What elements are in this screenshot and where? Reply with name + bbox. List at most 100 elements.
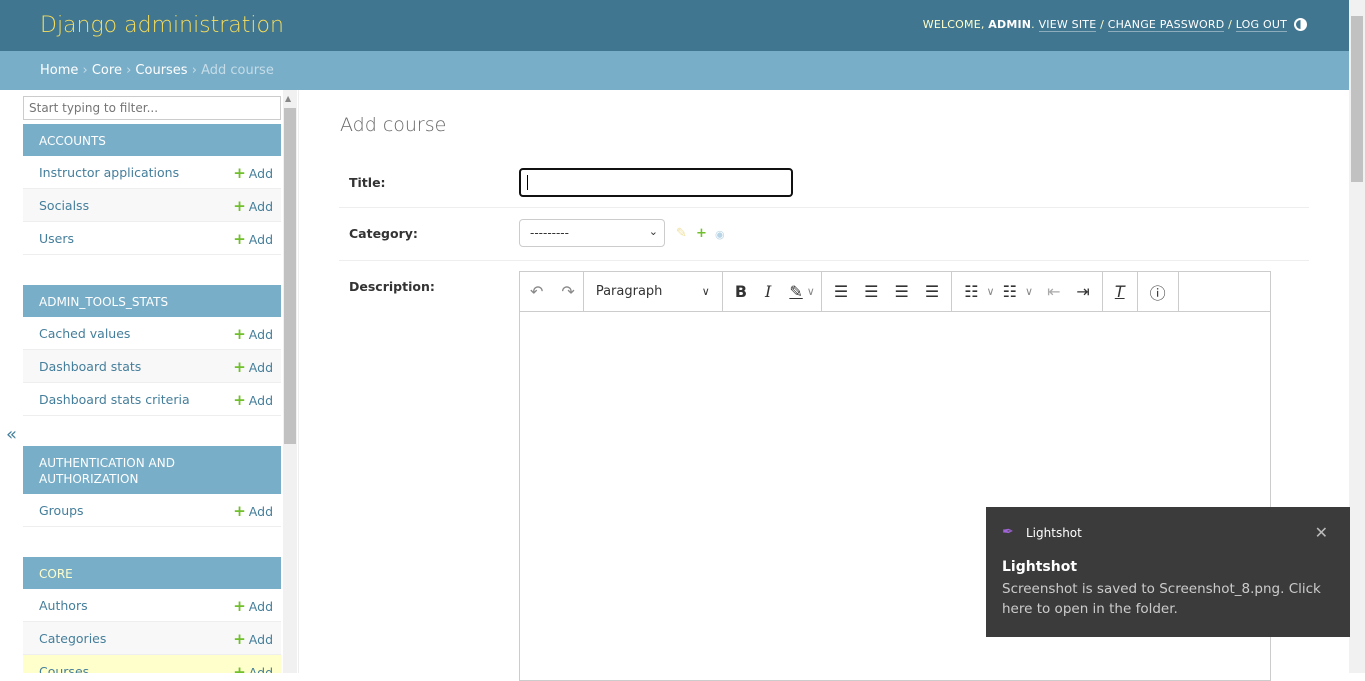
bullet-list-icon[interactable]: ☷: [952, 272, 980, 312]
plus-icon: +: [233, 391, 246, 409]
remove-format-icon[interactable]: T: [1103, 272, 1137, 312]
sidebar-item-label[interactable]: Dashboard stats criteria: [39, 392, 190, 407]
collapse-sidebar-button[interactable]: «: [6, 424, 17, 445]
divider: [339, 260, 1309, 261]
scroll-up-icon[interactable]: ▲: [285, 94, 291, 103]
sidebar-item[interactable]: Authors + Add: [23, 589, 281, 622]
align-left-icon[interactable]: ☰: [822, 272, 856, 312]
edit-pencil-icon[interactable]: ✎: [676, 226, 687, 241]
description-label: Description:: [349, 279, 435, 294]
sidebar-item[interactable]: Socialss + Add: [23, 189, 281, 222]
redo-icon[interactable]: ↷: [553, 272, 582, 312]
add-link[interactable]: + Add: [233, 164, 273, 182]
toast-app-name: Lightshot: [1026, 526, 1082, 540]
sidebar-item-label[interactable]: Groups: [39, 503, 84, 518]
chevron-down-icon: ⌄: [648, 225, 658, 238]
sidebar-item[interactable]: Groups + Add: [23, 494, 281, 527]
add-label: Add: [248, 393, 273, 408]
italic-icon[interactable]: I: [759, 272, 777, 312]
add-link[interactable]: + Add: [233, 597, 273, 615]
site-brand[interactable]: Django administration: [40, 13, 284, 38]
sidebar-item[interactable]: Categories + Add: [23, 622, 281, 655]
heading-dropdown[interactable]: Paragraph ∨: [584, 272, 722, 312]
toast-message[interactable]: Screenshot is saved to Screenshot_8.png.…: [1002, 579, 1332, 619]
chevron-down-icon[interactable]: ∨: [981, 272, 1001, 312]
add-link[interactable]: + Add: [233, 391, 273, 409]
sidebar-item[interactable]: Instructor applications + Add: [23, 156, 281, 189]
sidebar-group-header[interactable]: AUTHENTICATION AND AUTHORIZATION: [23, 446, 281, 494]
editor-toolbar: ↶ ↷ Paragraph ∨ B I ✎ ∨ ☰ ☰ ☰ ☰ ☷ ∨ ☷ ∨ ⇤…: [520, 272, 1270, 312]
category-value: ---------: [530, 226, 569, 240]
sidebar-group-header[interactable]: ACCOUNTS: [23, 124, 281, 156]
add-label: Add: [248, 166, 273, 181]
sidebar-item[interactable]: Dashboard stats + Add: [23, 350, 281, 383]
numbered-list-icon[interactable]: ☷: [1001, 272, 1019, 312]
page-title: Add course: [340, 114, 447, 136]
header: Django administration WELCOME, ADMIN. VI…: [0, 0, 1349, 51]
lightshot-notification[interactable]: ✒ Lightshot ✕ Lightshot Screenshot is sa…: [986, 507, 1350, 637]
welcome-text: WELCOME,: [922, 18, 989, 31]
view-site-link[interactable]: VIEW SITE: [1038, 18, 1097, 32]
add-label: Add: [248, 199, 273, 214]
divider: [1177, 272, 1179, 311]
add-plus-icon[interactable]: +: [696, 226, 707, 241]
align-right-icon[interactable]: ☰: [887, 272, 917, 312]
sidebar-item-label[interactable]: Users: [39, 231, 74, 246]
sidebar-item[interactable]: Dashboard stats criteria + Add: [23, 383, 281, 416]
username: ADMIN: [988, 18, 1032, 31]
page-scrollbar-thumb[interactable]: [1351, 16, 1363, 182]
sidebar-item-label[interactable]: Dashboard stats: [39, 359, 141, 374]
sidebar-item-label[interactable]: Authors: [39, 598, 88, 613]
sidebar-item-label[interactable]: Categories: [39, 631, 106, 646]
chevron-down-icon[interactable]: ∨: [807, 272, 821, 312]
sidebar-group-header[interactable]: CORE: [23, 557, 281, 589]
add-label: Add: [248, 665, 273, 673]
breadcrumb-current: Add course: [201, 63, 274, 78]
help-icon[interactable]: ⓘ: [1138, 272, 1178, 312]
close-icon[interactable]: ✕: [1315, 523, 1328, 542]
sidebar-filter-input[interactable]: [23, 96, 281, 120]
change-password-link[interactable]: CHANGE PASSWORD: [1107, 18, 1225, 32]
add-link[interactable]: + Add: [233, 630, 273, 648]
sidebar-item-label[interactable]: Instructor applications: [39, 165, 179, 180]
user-tools: WELCOME, ADMIN. VIEW SITE / CHANGE PASSW…: [922, 18, 1287, 32]
theme-toggle-icon[interactable]: [1294, 18, 1307, 31]
add-link[interactable]: + Add: [233, 197, 273, 215]
sidebar-item-label[interactable]: Courses: [39, 664, 89, 673]
indent-icon[interactable]: ⇥: [1068, 272, 1101, 312]
highlight-icon[interactable]: ✎: [777, 272, 806, 312]
align-justify-icon[interactable]: ☰: [917, 272, 951, 312]
category-label: Category:: [349, 226, 418, 241]
plus-icon: +: [233, 630, 246, 648]
add-link[interactable]: + Add: [233, 358, 273, 376]
add-link[interactable]: + Add: [233, 663, 273, 673]
plus-icon: +: [233, 230, 246, 248]
title-input[interactable]: [519, 168, 793, 197]
divider: [339, 207, 1309, 208]
sidebar-item[interactable]: Courses + Add: [23, 655, 281, 673]
sidebar-item[interactable]: Cached values + Add: [23, 317, 281, 350]
outdent-icon[interactable]: ⇤: [1039, 272, 1068, 312]
add-link[interactable]: + Add: [233, 325, 273, 343]
bold-icon[interactable]: B: [723, 272, 759, 312]
align-center-icon[interactable]: ☰: [856, 272, 886, 312]
chevron-down-icon[interactable]: ∨: [1019, 272, 1039, 312]
nav-sidebar: ACCOUNTSInstructor applications+AddSocia…: [0, 90, 299, 673]
breadcrumb-courses[interactable]: Courses: [135, 63, 187, 78]
sidebar-scrollbar-thumb[interactable]: [284, 108, 296, 444]
undo-icon[interactable]: ↶: [520, 272, 553, 312]
heading-value: Paragraph: [595, 284, 663, 299]
breadcrumb-core[interactable]: Core: [92, 63, 122, 78]
sidebar-item-label[interactable]: Socialss: [39, 198, 89, 213]
add-link[interactable]: + Add: [233, 230, 273, 248]
sidebar-item-label[interactable]: Cached values: [39, 326, 130, 341]
breadcrumb-home[interactable]: Home: [40, 63, 78, 78]
log-out-link[interactable]: LOG OUT: [1235, 18, 1287, 32]
add-link[interactable]: + Add: [233, 502, 273, 520]
plus-icon: +: [233, 325, 246, 343]
sidebar-item[interactable]: Users + Add: [23, 222, 281, 255]
plus-icon: +: [233, 663, 246, 673]
category-select[interactable]: --------- ⌄: [519, 219, 665, 247]
view-eye-icon[interactable]: ◉: [715, 228, 725, 241]
sidebar-group-header[interactable]: ADMIN_TOOLS_STATS: [23, 285, 281, 317]
